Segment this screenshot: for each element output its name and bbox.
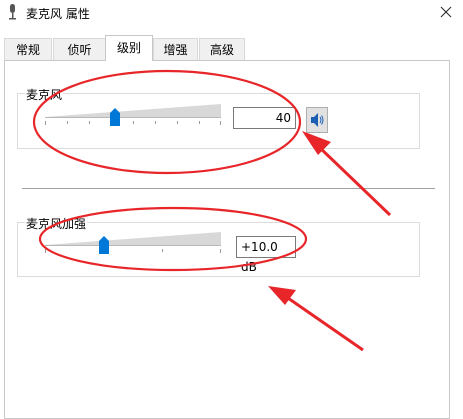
tab-listen[interactable]: 侦听 — [53, 38, 106, 60]
close-button[interactable] — [428, 0, 463, 26]
tab-levels[interactable]: 级别 — [105, 35, 153, 61]
speaker-icon — [307, 113, 327, 135]
microphone-slider-thumb[interactable] — [110, 108, 120, 126]
boost-slider-thumb[interactable] — [99, 236, 109, 254]
tab-advanced[interactable]: 高级 — [199, 38, 245, 60]
microphone-icon — [7, 4, 19, 20]
title-bar: 麦克风 属性 — [0, 0, 463, 26]
window-title: 麦克风 属性 — [26, 7, 90, 21]
separator — [22, 188, 435, 189]
microphone-label: 麦克风 — [25, 86, 64, 103]
microphone-boost-value[interactable]: +10.0 dB — [236, 236, 296, 274]
tab-enhancements[interactable]: 增强 — [153, 38, 198, 60]
microphone-boost-label: 麦克风加强 — [25, 215, 88, 232]
close-icon — [428, 6, 463, 29]
microphone-boost-slider[interactable] — [45, 232, 221, 258]
mute-button[interactable] — [306, 107, 328, 133]
microphone-level-slider[interactable] — [45, 104, 221, 130]
tab-general[interactable]: 常规 — [4, 38, 52, 60]
microphone-level-value[interactable]: 40 — [233, 107, 296, 129]
